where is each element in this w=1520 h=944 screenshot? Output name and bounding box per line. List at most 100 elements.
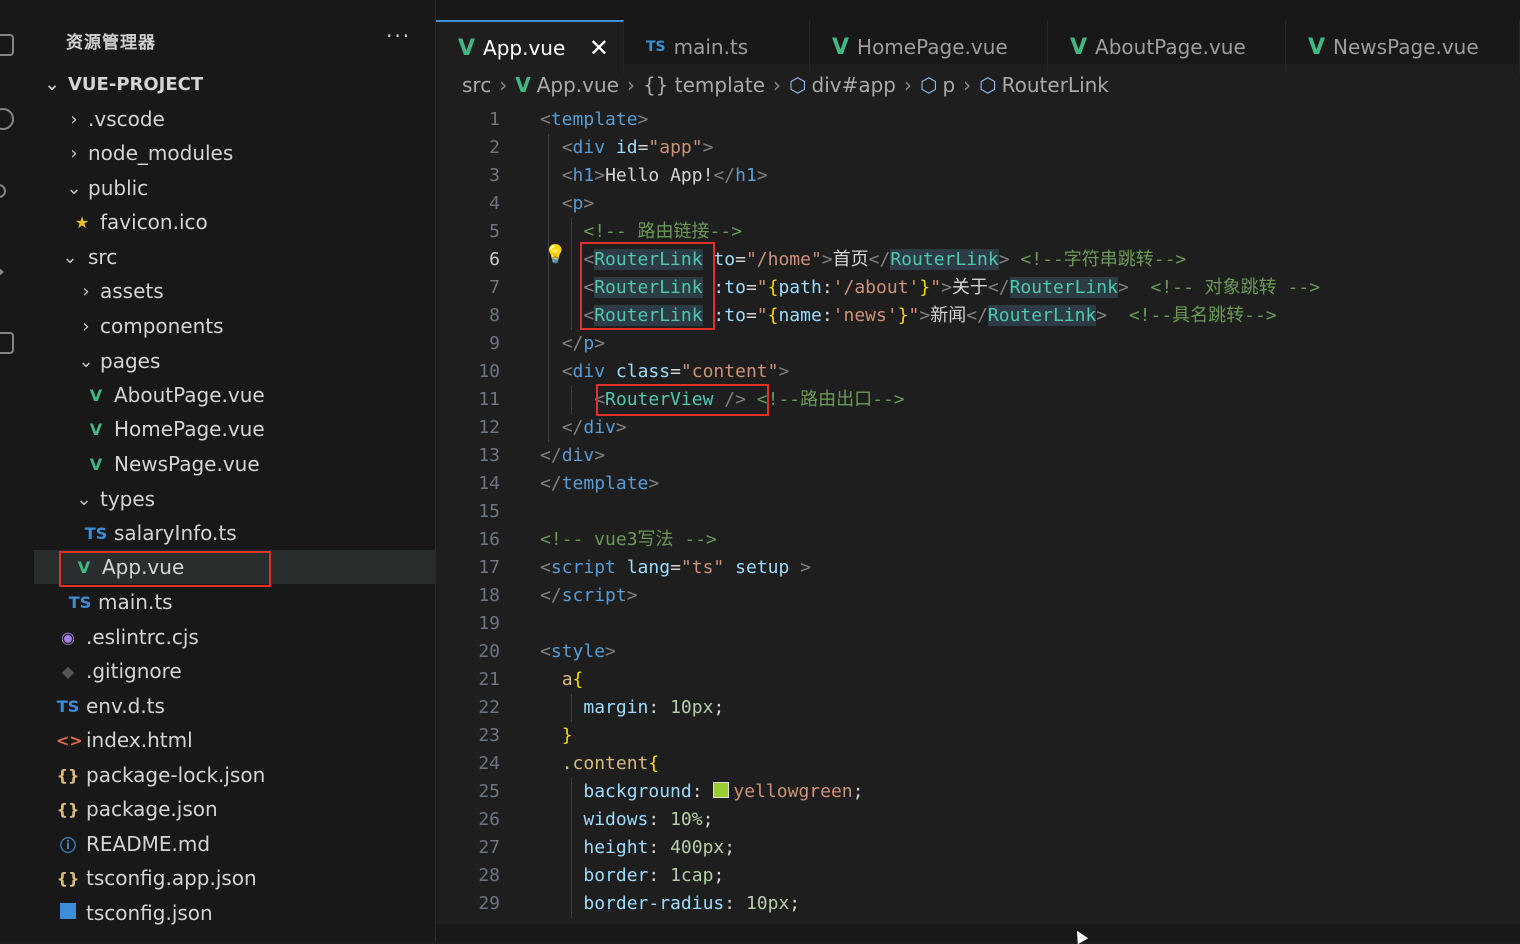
line-number: 1 xyxy=(489,109,500,130)
code-comment: <!-- 路由链接--> xyxy=(583,221,743,242)
line-number: 14 xyxy=(478,473,500,494)
tree-item-readme[interactable]: ⓘ README.md xyxy=(34,827,436,861)
tree-item-index-html[interactable]: <> index.html xyxy=(34,723,436,757)
search-icon[interactable] xyxy=(0,108,14,130)
tree-item-label: public xyxy=(88,176,149,200)
tree-item-newspage[interactable]: V NewsPage.vue xyxy=(34,447,436,481)
tree-item-label: package.json xyxy=(86,797,218,821)
line-number: 20 xyxy=(478,641,500,662)
code-line-23: } xyxy=(561,725,573,746)
css-value: 1cap xyxy=(670,865,714,886)
line-number: 15 xyxy=(478,501,500,522)
line-number: 18 xyxy=(478,585,500,606)
tree-item-tsconfig-app[interactable]: {} tsconfig.app.json xyxy=(34,861,436,895)
tree-item-vscode[interactable]: › .vscode xyxy=(34,102,436,136)
code-line-21: a{ xyxy=(561,669,584,690)
cube-icon: ⬡ xyxy=(979,73,997,97)
tree-item-label: env.d.ts xyxy=(86,694,165,718)
code-line-3: <h1>Hello App!</h1> xyxy=(561,165,768,186)
breadcrumb-item[interactable]: RouterLink xyxy=(1002,73,1109,97)
code-comment: <!--字符串跳转--> xyxy=(1020,249,1187,270)
json-icon: {} xyxy=(56,799,80,819)
code-comment: <!--路由出口--> xyxy=(756,389,905,410)
tree-item-src[interactable]: ⌄ src xyxy=(34,240,436,274)
source-control-icon[interactable] xyxy=(0,184,6,198)
breadcrumb-item[interactable]: {} template xyxy=(643,73,765,97)
vue-icon: V xyxy=(1308,34,1326,60)
explorer-title: 资源管理器 xyxy=(66,33,156,53)
tree-item-types[interactable]: ⌄ types xyxy=(34,482,436,516)
code-line-25: background: yellowgreen; xyxy=(583,781,864,802)
line-number: 2 xyxy=(489,137,500,158)
chevron-right-icon: › xyxy=(963,73,972,97)
vue-icon: V xyxy=(458,35,476,61)
tree-item-homepage[interactable]: V HomePage.vue xyxy=(34,412,436,446)
tree-item-salaryinfo[interactable]: TS salaryInfo.ts xyxy=(34,516,436,550)
tree-item-label: .vscode xyxy=(88,107,165,131)
tree-item-label: README.md xyxy=(86,832,211,856)
tab-label: main.ts xyxy=(673,35,749,59)
tree-item-public[interactable]: ⌄ public xyxy=(34,171,436,205)
css-value: yellowgreen xyxy=(733,781,853,802)
code-line-13: </div> xyxy=(540,445,606,466)
close-icon[interactable]: ✕ xyxy=(589,34,609,62)
color-swatch[interactable] xyxy=(713,782,730,798)
tree-item-label: tsconfig.json xyxy=(86,901,213,925)
breadcrumb-item[interactable]: src xyxy=(462,73,491,97)
tree-item-node-modules[interactable]: › node_modules xyxy=(34,136,436,170)
tree-item-env-d-ts[interactable]: TS env.d.ts xyxy=(34,689,436,723)
tree-item-app-vue[interactable]: V App.vue xyxy=(34,550,436,584)
tree-item-assets[interactable]: › assets xyxy=(34,274,436,308)
tree-item-main-ts[interactable]: TS main.ts xyxy=(34,585,436,619)
eslint-icon: ◉ xyxy=(61,627,75,647)
tree-item-aboutpage[interactable]: V AboutPage.vue xyxy=(34,378,436,412)
breadcrumb-item[interactable]: p xyxy=(942,73,955,97)
tree-item-components[interactable]: › components xyxy=(34,309,436,343)
explorer-icon[interactable] xyxy=(0,34,14,56)
tree-item-pages[interactable]: ⌄ pages xyxy=(34,344,436,378)
ts-icon: TS xyxy=(84,523,108,543)
tree-item-favicon[interactable]: ★ favicon.ico xyxy=(34,205,436,239)
code-line-1: <template> xyxy=(540,109,649,130)
tree-item-tsconfig[interactable]: tsconfig.json xyxy=(34,896,436,930)
tree-root[interactable]: ⌄ VUE-PROJECT xyxy=(34,67,436,101)
line-number: 27 xyxy=(478,837,500,858)
chevron-right-icon: › xyxy=(82,315,90,337)
line-number: 26 xyxy=(478,809,500,830)
code-line-14: </template> xyxy=(540,473,660,494)
code-line-6: <RouterLink to="/home">首页</RouterLink> <… xyxy=(583,249,1187,270)
line-number: 11 xyxy=(478,389,500,410)
tree-item-gitignore[interactable]: ◆ .gitignore xyxy=(34,654,436,688)
chevron-down-icon: ⌄ xyxy=(66,177,82,199)
breadcrumb-item[interactable]: App.vue xyxy=(537,73,619,97)
explorer-sidebar: 资源管理器 ··· ⌄ VUE-PROJECT › .vscode › node… xyxy=(34,0,436,942)
tab-label: NewsPage.vue xyxy=(1333,35,1479,59)
code-line-24: .content{ xyxy=(561,753,660,774)
code-comment: <!-- 对象跳转 --> xyxy=(1150,277,1321,298)
line-number: 9 xyxy=(489,333,500,354)
tree-item-label: main.ts xyxy=(98,590,173,614)
line-number: 24 xyxy=(478,753,500,774)
breadcrumb-item[interactable]: div#app xyxy=(812,73,897,97)
vue-icon: V xyxy=(832,34,850,60)
tree-item-package-lock[interactable]: {} package-lock.json xyxy=(34,758,436,792)
code-line-16: <!-- vue3写法 --> xyxy=(540,526,717,554)
vue-icon: V xyxy=(77,557,91,577)
tree-item-eslintrc[interactable]: ◉ .eslintrc.cjs xyxy=(34,620,436,654)
line-number: 21 xyxy=(478,669,500,690)
line-number: 10 xyxy=(478,361,500,382)
tree-item-label: HomePage.vue xyxy=(114,417,265,441)
css-value: 400px xyxy=(670,837,725,858)
code-line-7: <RouterLink :to="{path:'/about'}">关于</Ro… xyxy=(583,277,1321,298)
tree-item-label: src xyxy=(88,245,118,269)
code-editor[interactable]: 1 2 3 4 5 6 7 8 9 10 11 12 13 14 15 16 17 18 19 20 21 22 23 24 2… xyxy=(436,106,1520,942)
run-debug-icon[interactable] xyxy=(0,262,4,282)
breadcrumb: src › V App.vue › {} template › ⬡ div#ap… xyxy=(436,64,1520,106)
tree-item-label: AboutPage.vue xyxy=(114,383,265,407)
more-actions-icon[interactable]: ··· xyxy=(386,24,411,48)
tree-item-label: NewsPage.vue xyxy=(114,452,260,476)
link-text: 首页 xyxy=(832,249,869,270)
chevron-right-icon: › xyxy=(82,280,90,302)
tree-item-package-json[interactable]: {} package.json xyxy=(34,792,436,826)
extensions-icon[interactable] xyxy=(0,332,14,354)
